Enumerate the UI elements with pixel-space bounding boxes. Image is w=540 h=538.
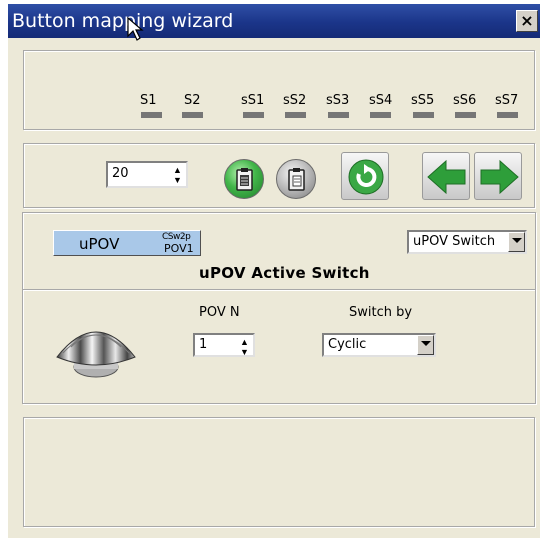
switch-label-ss5: sS5 <box>411 93 435 108</box>
pov-n-label: POV N <box>199 305 240 320</box>
switch-label-ss2: sS2 <box>283 93 307 108</box>
spinner-arrows-icon[interactable]: ▲ ▼ <box>240 337 249 357</box>
back-button[interactable] <box>422 152 470 200</box>
switch-by-select[interactable]: Cyclic <box>322 333 436 357</box>
refresh-button[interactable] <box>341 152 389 200</box>
number-spinner[interactable]: 20 ▲ ▼ <box>106 161 188 188</box>
pov-n-value: 1 <box>199 337 208 352</box>
switch-label-ss4: sS4 <box>369 93 393 108</box>
section-divider <box>23 289 535 290</box>
switch-by-label: Switch by <box>349 305 413 320</box>
window-title: Button mapping wizard <box>12 10 234 32</box>
clipboard-paste-icon <box>288 168 305 191</box>
close-button[interactable]: × <box>516 10 538 32</box>
switch-indicator-ss6 <box>455 112 476 118</box>
switch-indicator-ss7 <box>497 112 518 118</box>
hat-switch-icon <box>56 331 136 378</box>
upov-mapping-button[interactable]: uPOV CSw2p POV1 <box>53 230 201 256</box>
arrow-right-icon <box>480 159 519 195</box>
switch-by-value: Cyclic <box>328 337 367 352</box>
switch-indicator-ss1 <box>243 112 264 118</box>
number-spinner-value: 20 <box>112 166 129 181</box>
switch-label-s2: S2 <box>184 93 201 108</box>
section-heading: uPOV Active Switch <box>199 264 370 282</box>
toolbar-panel: 20 ▲ ▼ <box>23 143 535 208</box>
pov-n-spinner[interactable]: 1 ▲ ▼ <box>193 333 255 357</box>
chevron-down-icon[interactable] <box>417 335 434 355</box>
switch-indicator-ss5 <box>413 112 434 118</box>
copy-button[interactable] <box>224 159 264 199</box>
button-mapping-wizard-window: Button mapping wizard × S1 S2 sS1 sS2 sS… <box>8 4 540 538</box>
spinner-arrows-icon[interactable]: ▲ ▼ <box>173 165 182 185</box>
upov-config-panel: uPOV CSw2p POV1 uPOV Switch uPOV Active … <box>22 212 536 404</box>
switch-indicator-panel: S1 S2 sS1 sS2 sS3 sS4 sS5 sS6 sS7 <box>23 50 535 130</box>
upov-button-sub-bottom: POV1 <box>164 242 194 255</box>
clipboard-copy-icon <box>236 168 253 191</box>
switch-indicator-s2 <box>182 112 203 118</box>
close-icon: × <box>520 11 534 30</box>
forward-button[interactable] <box>474 152 522 200</box>
switch-indicator-ss4 <box>370 112 391 118</box>
switch-indicator-s1 <box>141 112 162 118</box>
switch-label-ss7: sS7 <box>495 93 519 108</box>
title-bar[interactable]: Button mapping wizard × <box>8 4 540 38</box>
bottom-panel <box>23 417 535 527</box>
upov-button-sub-top: CSw2p <box>162 232 191 242</box>
chevron-down-icon[interactable] <box>508 232 525 252</box>
switch-indicator-ss2 <box>285 112 306 118</box>
arrow-left-icon <box>427 159 466 195</box>
switch-type-value: uPOV Switch <box>413 234 496 249</box>
paste-button[interactable] <box>276 159 316 199</box>
mouse-cursor-icon <box>127 16 144 41</box>
upov-button-label: uPOV <box>79 235 120 253</box>
switch-type-select[interactable]: uPOV Switch <box>407 230 527 254</box>
switch-label-ss1: sS1 <box>241 93 265 108</box>
refresh-icon <box>348 159 384 195</box>
switch-label-s1: S1 <box>140 93 157 108</box>
switch-indicator-ss3 <box>328 112 349 118</box>
switch-label-ss6: sS6 <box>453 93 477 108</box>
switch-label-ss3: sS3 <box>326 93 350 108</box>
